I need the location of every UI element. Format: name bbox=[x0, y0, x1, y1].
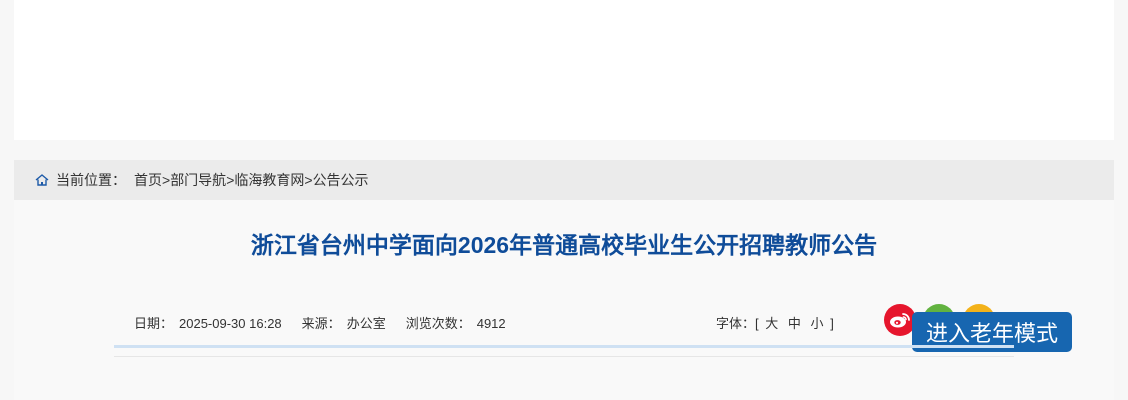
breadcrumb: 当前位置： 首页 > 部门导航 > 临海教育网 > 公告公示 bbox=[14, 160, 1114, 200]
date-label: 日期： bbox=[134, 316, 174, 331]
breadcrumb-linhai-edu-link[interactable]: 临海教育网 bbox=[234, 170, 304, 190]
source-value: 办公室 bbox=[346, 316, 386, 331]
meta-divider-thin bbox=[114, 356, 1014, 357]
view-count: 浏览次数： 4912 bbox=[406, 313, 506, 332]
publish-date: 日期： 2025-09-30 16:28 bbox=[134, 313, 282, 332]
font-size-medium-button[interactable]: 中 bbox=[788, 316, 801, 331]
breadcrumb-separator: > bbox=[226, 172, 235, 188]
page: 当前位置： 首页 > 部门导航 > 临海教育网 > 公告公示 浙江省台州中学面向… bbox=[0, 0, 1128, 400]
banner-panel bbox=[14, 0, 1114, 140]
font-size-label: 字体： bbox=[716, 316, 756, 331]
source-label: 来源： bbox=[301, 316, 341, 331]
font-size-small-button[interactable]: 小 bbox=[811, 316, 824, 331]
date-value: 2025-09-30 16:28 bbox=[179, 316, 282, 331]
views-value: 4912 bbox=[476, 316, 506, 331]
breadcrumb-dept-nav-link[interactable]: 部门导航 bbox=[170, 170, 226, 190]
breadcrumb-home-link[interactable]: 首页 bbox=[134, 170, 162, 190]
article-meta: 日期： 2025-09-30 16:28 来源： 办公室 浏览次数： 4912 bbox=[134, 313, 506, 332]
breadcrumb-separator: > bbox=[304, 172, 313, 188]
home-icon bbox=[34, 172, 50, 188]
article-source: 来源： 办公室 bbox=[302, 313, 386, 332]
breadcrumb-label: 当前位置： bbox=[56, 172, 126, 188]
views-label: 浏览次数： bbox=[405, 316, 471, 331]
font-size-control: 字体：[ 大 中 小 ] bbox=[716, 313, 834, 332]
font-size-large-button[interactable]: 大 bbox=[765, 316, 778, 331]
font-size-close-bracket: ] bbox=[830, 316, 834, 331]
article-title: 浙江省台州中学面向2026年普通高校毕业生公开招聘教师公告 bbox=[250, 232, 878, 258]
font-size-open-bracket: [ bbox=[755, 316, 759, 331]
meta-divider bbox=[114, 345, 1014, 348]
breadcrumb-announcements-link[interactable]: 公告公示 bbox=[313, 170, 369, 190]
breadcrumb-separator: > bbox=[162, 172, 171, 188]
